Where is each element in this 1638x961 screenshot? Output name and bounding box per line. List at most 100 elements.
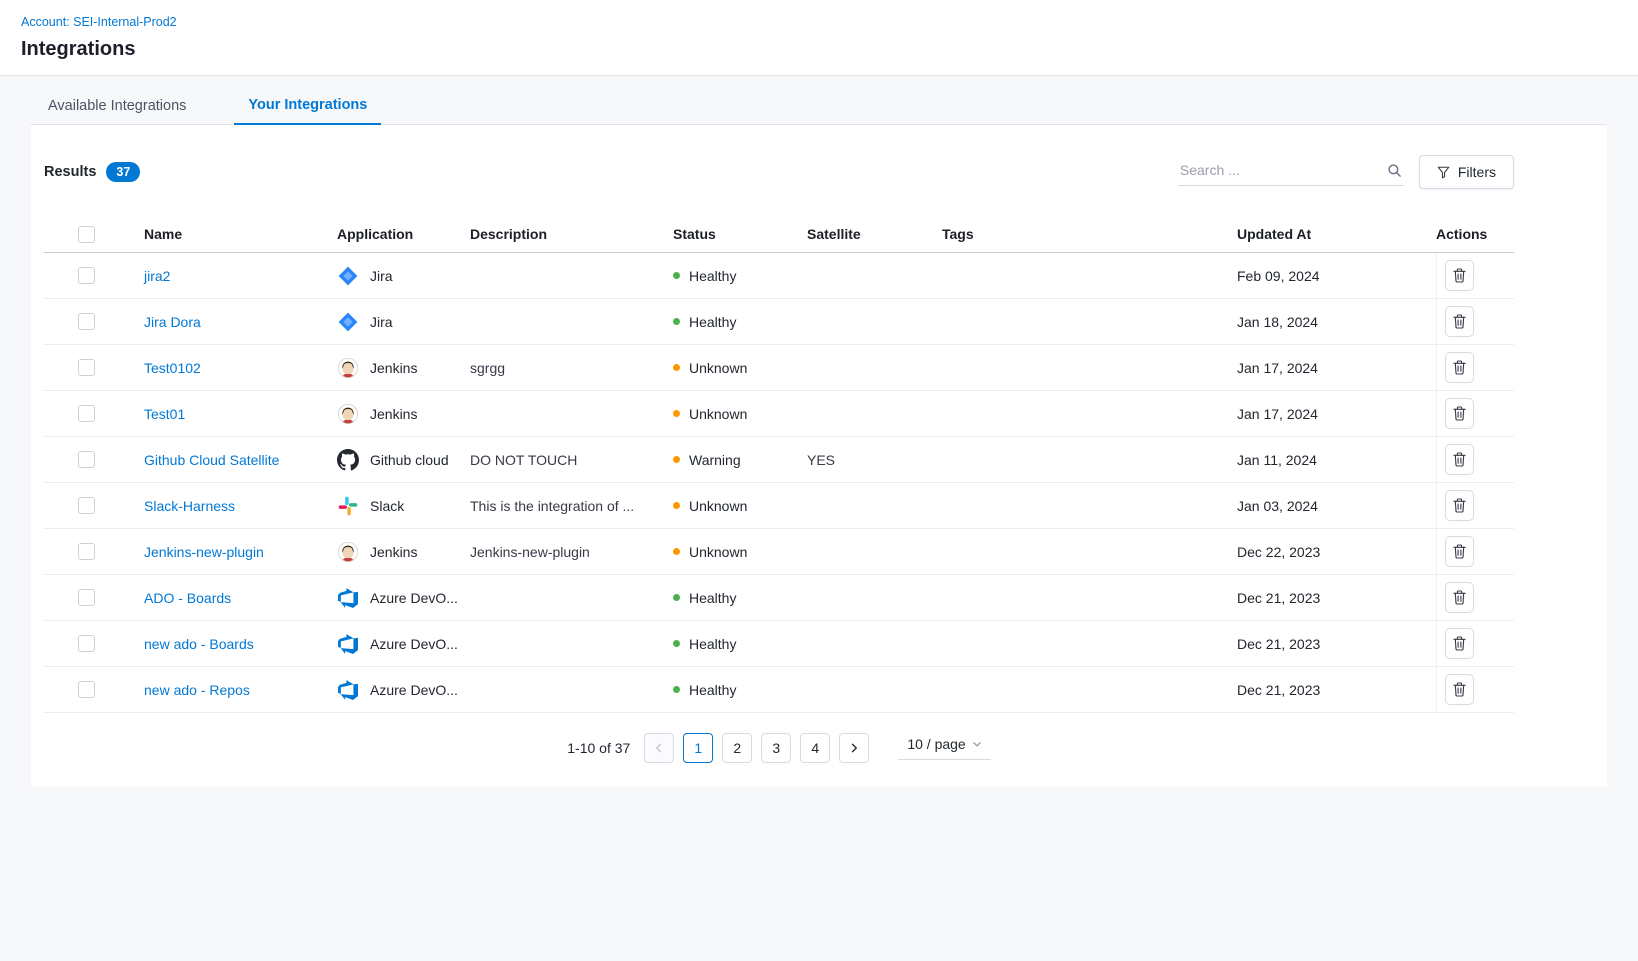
table-row: Jira DoraJiraHealthyJan 18, 2024 [44, 299, 1514, 345]
application-label: Slack [370, 498, 404, 514]
integration-name-link[interactable]: Test01 [144, 406, 185, 422]
updated-at-text: Jan 18, 2024 [1237, 314, 1436, 330]
slack-icon [337, 495, 359, 517]
delete-button[interactable] [1445, 536, 1474, 567]
integration-name-link[interactable]: ADO - Boards [144, 590, 231, 606]
pagination: 1-10 of 37 1234 10 / page [44, 733, 1514, 763]
page-button-2[interactable]: 2 [722, 733, 752, 763]
tab-available-integrations[interactable]: Available Integrations [34, 88, 200, 124]
delete-button[interactable] [1445, 306, 1474, 337]
status-dot [673, 456, 680, 463]
row-checkbox[interactable] [78, 635, 95, 652]
page-size-select[interactable]: 10 / page [898, 736, 990, 760]
filter-icon [1437, 166, 1450, 179]
delete-button[interactable] [1445, 260, 1474, 291]
page-button-1[interactable]: 1 [683, 733, 713, 763]
status-text: Unknown [689, 406, 747, 422]
filters-button[interactable]: Filters [1419, 155, 1514, 189]
satellite-text: YES [807, 452, 942, 468]
delete-button[interactable] [1445, 352, 1474, 383]
select-all-checkbox[interactable] [78, 226, 95, 243]
updated-at-text: Jan 11, 2024 [1237, 452, 1436, 468]
jira-icon [337, 311, 359, 333]
integration-name-link[interactable]: Github Cloud Satellite [144, 452, 279, 468]
integration-name-link[interactable]: Jenkins-new-plugin [144, 544, 264, 560]
row-checkbox[interactable] [78, 313, 95, 330]
tab-your-integrations[interactable]: Your Integrations [234, 88, 381, 125]
page-header: Account: SEI-Internal-Prod2 Integrations [0, 0, 1638, 76]
trash-icon [1453, 360, 1466, 375]
application-label: Azure DevO... [370, 636, 458, 652]
trash-icon [1453, 544, 1466, 559]
updated-at-text: Dec 22, 2023 [1237, 544, 1436, 560]
row-checkbox[interactable] [78, 405, 95, 422]
integrations-panel: Results 37 Filters [31, 125, 1607, 787]
application-label: Jira [370, 314, 393, 330]
status-text: Healthy [689, 682, 736, 698]
updated-at-text: Dec 21, 2023 [1237, 636, 1436, 652]
page-title: Integrations [21, 38, 1617, 61]
row-checkbox[interactable] [78, 589, 95, 606]
row-checkbox[interactable] [78, 267, 95, 284]
status-text: Unknown [689, 544, 747, 560]
integration-name-link[interactable]: Test0102 [144, 360, 201, 376]
application-label: Github cloud [370, 452, 449, 468]
delete-button[interactable] [1445, 674, 1474, 705]
delete-button[interactable] [1445, 628, 1474, 659]
table-row: Slack-Harness Slack This is the integratio… [44, 483, 1514, 529]
search-box [1178, 158, 1404, 186]
application-label: Jira [370, 268, 393, 284]
delete-button[interactable] [1445, 582, 1474, 613]
status-dot [673, 272, 680, 279]
status-dot [673, 640, 680, 647]
azure-devops-icon [337, 633, 359, 655]
results-count-badge: 37 [106, 162, 140, 182]
trash-icon [1453, 682, 1466, 697]
jenkins-icon [337, 541, 359, 563]
table-row: Github Cloud SatelliteGithub cloudDO NOT… [44, 437, 1514, 483]
trash-icon [1453, 636, 1466, 651]
column-header-actions: Actions [1436, 226, 1514, 242]
row-checkbox[interactable] [78, 359, 95, 376]
row-checkbox[interactable] [78, 543, 95, 560]
row-checkbox[interactable] [78, 681, 95, 698]
trash-icon [1453, 406, 1466, 421]
integration-name-link[interactable]: jira2 [144, 268, 170, 284]
column-header-updated-at: Updated At [1237, 226, 1436, 242]
status-text: Warning [689, 452, 741, 468]
status-text: Unknown [689, 498, 747, 514]
trash-icon [1453, 452, 1466, 467]
column-header-satellite: Satellite [807, 226, 942, 242]
integration-name-link[interactable]: Slack-Harness [144, 498, 235, 514]
chevron-left-icon [653, 742, 665, 754]
delete-button[interactable] [1445, 444, 1474, 475]
account-link[interactable]: Account: SEI-Internal-Prod2 [21, 15, 177, 29]
description-text: sgrgg [470, 360, 673, 376]
search-input[interactable] [1180, 162, 1387, 178]
chevron-right-icon [848, 742, 860, 754]
status-text: Healthy [689, 636, 736, 652]
trash-icon [1453, 498, 1466, 513]
status-text: Unknown [689, 360, 747, 376]
updated-at-text: Jan 17, 2024 [1237, 360, 1436, 376]
description-text: This is the integration of ... [470, 498, 673, 514]
row-checkbox[interactable] [78, 451, 95, 468]
integrations-table: Name Application Description Status Sate… [44, 216, 1514, 713]
next-page-button[interactable] [839, 733, 869, 763]
previous-page-button[interactable] [644, 733, 674, 763]
table-row: new ado - Boards Azure DevO... Healthy Dec … [44, 621, 1514, 667]
delete-button[interactable] [1445, 398, 1474, 429]
column-header-name: Name [144, 226, 337, 242]
integration-name-link[interactable]: new ado - Repos [144, 682, 250, 698]
status-dot [673, 364, 680, 371]
trash-icon [1453, 314, 1466, 329]
results-summary: Results 37 [44, 162, 140, 182]
application-label: Azure DevO... [370, 590, 458, 606]
delete-button[interactable] [1445, 490, 1474, 521]
page-button-3[interactable]: 3 [761, 733, 791, 763]
integration-name-link[interactable]: new ado - Boards [144, 636, 254, 652]
integration-name-link[interactable]: Jira Dora [144, 314, 201, 330]
row-checkbox[interactable] [78, 497, 95, 514]
status-dot [673, 318, 680, 325]
page-button-4[interactable]: 4 [800, 733, 830, 763]
